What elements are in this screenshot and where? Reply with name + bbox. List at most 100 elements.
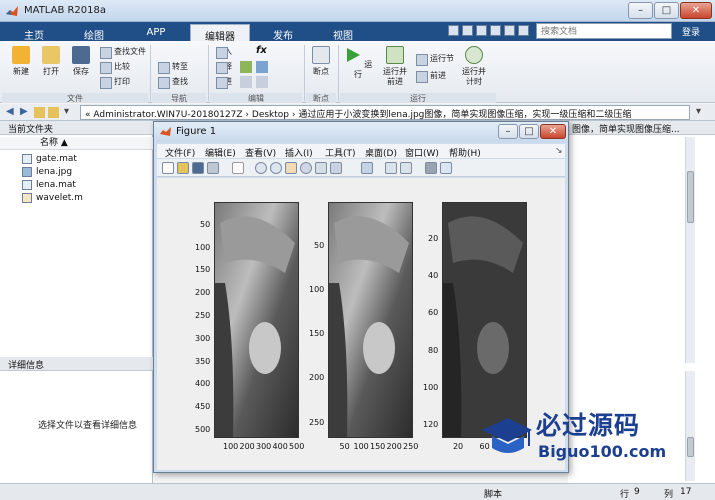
forward-arrow-icon[interactable]: ▶ bbox=[20, 107, 31, 118]
nav-group-label: 导航 bbox=[152, 93, 206, 103]
compare-button[interactable]: 比较 bbox=[100, 61, 130, 74]
details-empty-message: 选择文件以查看详细信息 bbox=[38, 421, 138, 431]
current-folder-path[interactable]: « Administrator.WIN7U-20180127Z › Deskto… bbox=[80, 105, 690, 120]
undo-icon[interactable] bbox=[504, 25, 515, 36]
wrap-icon[interactable] bbox=[256, 61, 268, 73]
data-cursor-icon[interactable] bbox=[315, 162, 327, 174]
comment-button[interactable]: 注释 bbox=[216, 61, 232, 74]
menu-view[interactable]: 查看(V) bbox=[245, 146, 276, 159]
minimize-button[interactable]: – bbox=[628, 2, 653, 19]
save-icon[interactable] bbox=[462, 25, 473, 36]
browse-folder-icon[interactable] bbox=[48, 107, 59, 118]
copy-icon[interactable] bbox=[490, 25, 501, 36]
rotate-3d-icon[interactable] bbox=[300, 162, 312, 174]
figure-title-bar: Figure 1 – □ ✕ bbox=[154, 122, 568, 142]
y-tick-label: 50 bbox=[200, 219, 211, 229]
file-item[interactable]: wavelet.m bbox=[22, 192, 83, 204]
back-arrow-icon[interactable]: ◀ bbox=[6, 107, 17, 118]
pan-hand-icon[interactable] bbox=[285, 162, 297, 174]
figure-minimize-button[interactable]: – bbox=[498, 124, 518, 139]
save-button[interactable]: 保存 bbox=[68, 46, 94, 77]
print-button[interactable]: 打印 bbox=[100, 76, 130, 89]
indent-button[interactable]: 缩进 bbox=[216, 76, 232, 89]
path-dropdown-icon[interactable]: ▾ bbox=[696, 107, 707, 118]
ribbon-separator bbox=[208, 45, 209, 101]
tab-publish[interactable]: 发布 bbox=[254, 24, 312, 42]
col-value: 17 bbox=[680, 487, 692, 497]
indent-right-icon[interactable] bbox=[256, 76, 268, 88]
close-button[interactable]: ✕ bbox=[680, 2, 712, 19]
cut-icon[interactable] bbox=[476, 25, 487, 36]
watermark: 必过源码 Biguo100.com bbox=[478, 404, 700, 474]
menu-desktop[interactable]: 桌面(D) bbox=[365, 146, 397, 159]
run-and-time-button[interactable]: 运行并 计时 bbox=[458, 46, 490, 87]
legend-icon[interactable] bbox=[400, 162, 412, 174]
insert-button[interactable]: 插入 bbox=[216, 46, 232, 59]
zoom-out-icon[interactable] bbox=[270, 162, 282, 174]
run-section-button[interactable]: 运行节 bbox=[416, 53, 454, 66]
fx-icon[interactable]: fx bbox=[256, 45, 267, 56]
dropdown-arrow-icon[interactable]: ▾ bbox=[64, 107, 75, 118]
m-script-icon bbox=[22, 193, 32, 203]
run-button[interactable]: 运行 bbox=[343, 46, 373, 80]
goto-button[interactable]: 转至 bbox=[158, 61, 188, 74]
link-plot-icon[interactable] bbox=[361, 162, 373, 174]
graduation-cap-logo-icon bbox=[482, 418, 532, 453]
percent-icon[interactable] bbox=[240, 61, 252, 73]
zoom-in-icon[interactable] bbox=[255, 162, 267, 174]
image-axes-original[interactable] bbox=[214, 202, 299, 438]
menu-edit[interactable]: 编辑(E) bbox=[205, 146, 236, 159]
menu-file[interactable]: 文件(F) bbox=[165, 146, 195, 159]
mat-file-icon bbox=[22, 180, 32, 190]
advance-button[interactable]: 前进 bbox=[416, 70, 446, 83]
menu-dock-arrow-icon[interactable]: ↘ bbox=[555, 146, 563, 156]
tab-home[interactable]: 主页 bbox=[8, 24, 60, 42]
editor-scrollbar[interactable] bbox=[685, 137, 695, 363]
new-button[interactable]: 新建 bbox=[8, 46, 34, 77]
matlab-logo-icon bbox=[160, 127, 171, 136]
maximize-button[interactable]: □ bbox=[654, 2, 679, 19]
file-item[interactable]: lena.jpg bbox=[22, 166, 72, 178]
menu-window[interactable]: 窗口(W) bbox=[405, 146, 439, 159]
find-files-button[interactable]: 查找文件 bbox=[100, 46, 146, 59]
find-button[interactable]: 查找 bbox=[158, 76, 188, 89]
menu-help[interactable]: 帮助(H) bbox=[449, 146, 481, 159]
new-figure-icon[interactable] bbox=[162, 162, 174, 174]
figure-maximize-button[interactable]: □ bbox=[519, 124, 539, 139]
print-figure-icon[interactable] bbox=[207, 162, 219, 174]
y-tick-label: 300 bbox=[195, 333, 211, 343]
tab-view[interactable]: 视图 bbox=[316, 24, 370, 42]
folder-up-icon[interactable] bbox=[34, 107, 45, 118]
tab-editor[interactable]: 编辑器 bbox=[190, 24, 250, 43]
tab-apps[interactable]: APP bbox=[128, 24, 184, 41]
file-item[interactable]: lena.mat bbox=[22, 179, 76, 191]
brush-icon[interactable] bbox=[330, 162, 342, 174]
login-link[interactable]: 登录 bbox=[682, 25, 700, 38]
indent-left-icon[interactable] bbox=[240, 76, 252, 88]
help-icon[interactable] bbox=[518, 25, 529, 36]
run-play-icon bbox=[346, 48, 360, 62]
figure-close-button[interactable]: ✕ bbox=[540, 124, 566, 139]
menu-insert[interactable]: 插入(I) bbox=[285, 146, 313, 159]
y-tick-label: 400 bbox=[195, 379, 211, 389]
colorbar-icon[interactable] bbox=[385, 162, 397, 174]
save-figure-icon[interactable] bbox=[192, 162, 204, 174]
open-file-icon[interactable] bbox=[177, 162, 189, 174]
y-tick-label: 100 bbox=[309, 285, 325, 295]
image-axes-level2[interactable] bbox=[442, 202, 527, 438]
pointer-icon[interactable] bbox=[232, 162, 244, 174]
y-tick-label: 250 bbox=[195, 311, 211, 320]
name-column-header[interactable]: 名称 ▲ bbox=[0, 137, 153, 150]
search-docs-input[interactable] bbox=[536, 23, 672, 39]
row-label: 行 bbox=[620, 490, 630, 500]
breakpoints-button[interactable]: 断点 bbox=[308, 46, 334, 77]
image-axes-level1[interactable] bbox=[328, 202, 413, 438]
hide-plot-tools-icon[interactable] bbox=[425, 162, 437, 174]
layout-icon[interactable] bbox=[448, 25, 459, 36]
file-item[interactable]: gate.mat bbox=[22, 153, 77, 165]
open-button[interactable]: 打开 bbox=[38, 46, 64, 77]
tab-plots[interactable]: 绘图 bbox=[63, 24, 125, 42]
menu-tools[interactable]: 工具(T) bbox=[325, 146, 356, 159]
run-advance-button[interactable]: 运行并 前进 bbox=[380, 46, 410, 87]
show-plot-tools-icon[interactable] bbox=[440, 162, 452, 174]
